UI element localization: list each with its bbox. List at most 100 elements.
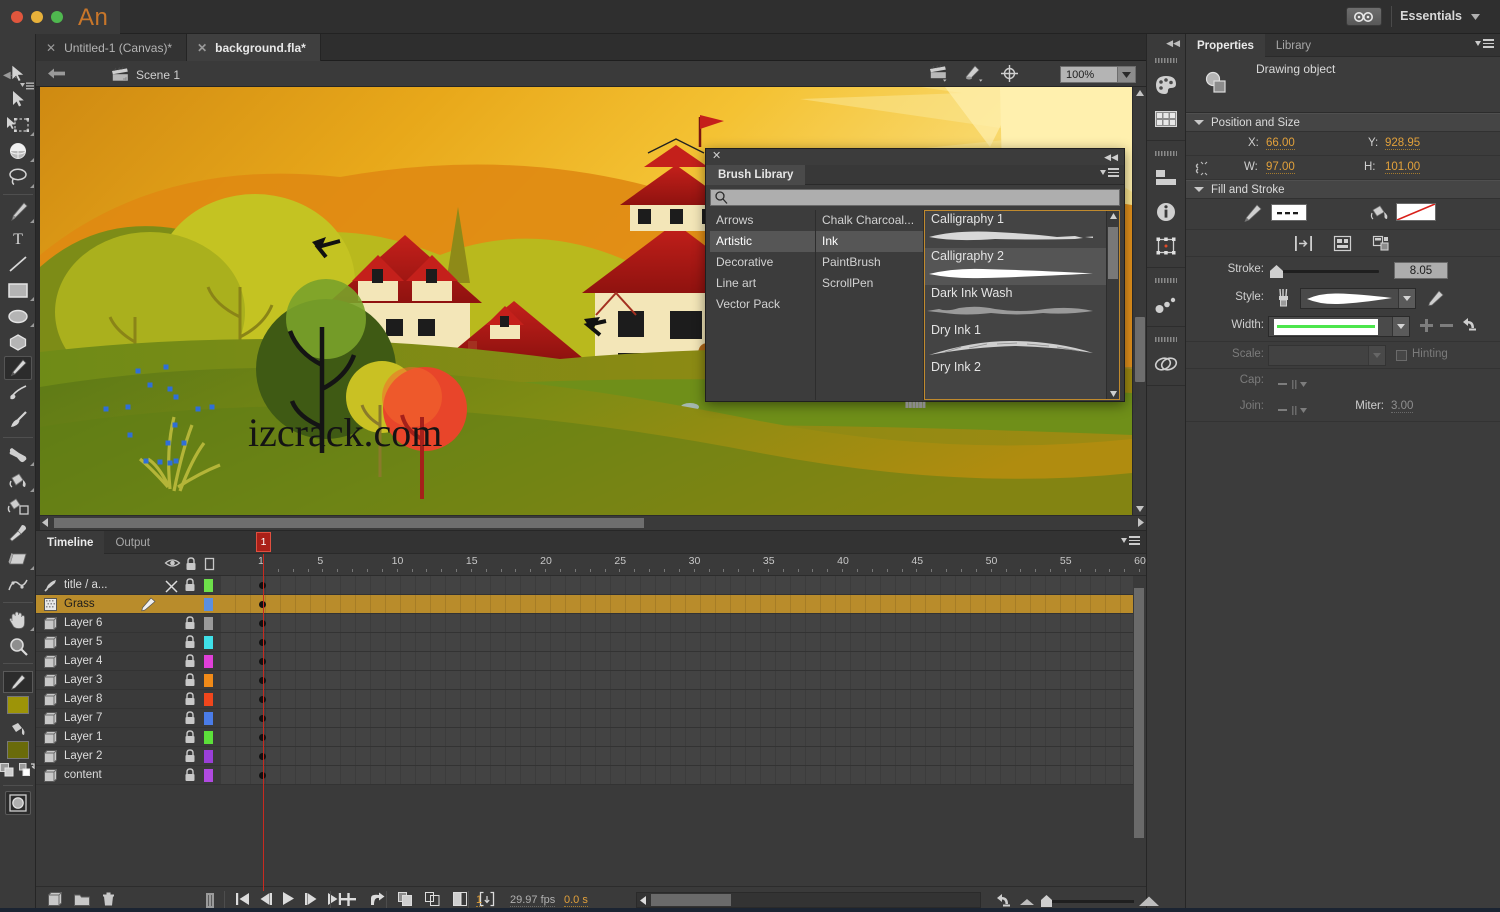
- tool-flyout-arrow[interactable]: [30, 219, 34, 223]
- loop-markers-icon[interactable]: [206, 893, 214, 908]
- default-colors-icon[interactable]: [19, 763, 35, 777]
- layer-name-label[interactable]: title / a...: [64, 579, 107, 591]
- layer-row[interactable]: Layer 8: [36, 690, 221, 709]
- tool-pencil[interactable]: [0, 355, 36, 381]
- scroll-up-icon[interactable]: [1110, 213, 1117, 219]
- chevron-down-icon[interactable]: [1398, 289, 1415, 308]
- brush-search-field[interactable]: [728, 192, 1119, 204]
- remove-width-profile-icon[interactable]: [1440, 324, 1453, 327]
- workspace-name[interactable]: Essentials: [1400, 9, 1462, 23]
- close-icon[interactable]: ✕: [46, 42, 56, 54]
- layer-row-content[interactable]: content: [36, 766, 221, 785]
- frame-row[interactable]: [221, 671, 1146, 690]
- layer-row[interactable]: Layer 5: [36, 633, 221, 652]
- layer-row[interactable]: Layer 7: [36, 709, 221, 728]
- layer-outline-color[interactable]: [204, 712, 213, 725]
- tool-flyout-arrow[interactable]: [30, 297, 34, 301]
- playback-controls[interactable]: [236, 892, 341, 905]
- layer-row-title[interactable]: title / a...: [36, 576, 221, 595]
- close-icon[interactable]: ✕: [197, 42, 207, 54]
- reset-width-profile-icon[interactable]: [1462, 318, 1477, 332]
- fill-color-icon[interactable]: [9, 717, 27, 738]
- timeline-scroll-thumb[interactable]: [1134, 588, 1144, 838]
- tool-oval[interactable]: [0, 303, 36, 329]
- brush-category-list[interactable]: Arrows Artistic Decorative Line art Vect…: [710, 210, 816, 400]
- tool-ink-bottle[interactable]: [0, 494, 36, 520]
- layer-name-label[interactable]: Layer 7: [64, 712, 102, 724]
- layer-lock-toggle[interactable]: [184, 768, 196, 782]
- panel-icon-code-snippets[interactable]: [1147, 347, 1185, 381]
- tool-flyout-arrow[interactable]: [30, 323, 34, 327]
- stroke-pencil-icon[interactable]: [1244, 204, 1262, 222]
- add-width-profile-icon[interactable]: [1420, 319, 1433, 332]
- tool-flyout-arrow[interactable]: [30, 462, 34, 466]
- dock-drag-handle[interactable]: [1147, 330, 1185, 347]
- timeline-vertical-scrollbar[interactable]: [1133, 576, 1146, 891]
- timeline-panel[interactable]: Timeline Output: [36, 530, 1146, 912]
- document-tab-untitled[interactable]: ✕ Untitled-1 (Canvas)*: [36, 34, 187, 61]
- frame-row[interactable]: [221, 633, 1146, 652]
- frame-row[interactable]: [221, 728, 1146, 747]
- panel-icon-motion-editor[interactable]: [1147, 288, 1185, 322]
- panel-icon-dock[interactable]: ◀◀: [1146, 34, 1186, 912]
- stroke-slider-track[interactable]: [1274, 270, 1379, 273]
- tool-eyedropper[interactable]: [0, 520, 36, 546]
- brush-item-calligraphy-1[interactable]: Calligraphy 1: [925, 211, 1119, 248]
- tool-paint-bucket[interactable]: [0, 468, 36, 494]
- edit-scene-icon[interactable]: [929, 65, 949, 82]
- fps-indicator[interactable]: 29.97 fps: [510, 894, 555, 907]
- workspace-switcher-icon[interactable]: [1346, 7, 1382, 26]
- tool-width[interactable]: [0, 572, 36, 598]
- subcategory-paintbrush[interactable]: PaintBrush: [816, 252, 923, 273]
- frame-row[interactable]: [221, 595, 1146, 614]
- timeline-horizontal-scrollbar[interactable]: [636, 892, 981, 908]
- layer-lock-toggle[interactable]: [184, 730, 196, 744]
- layer-lock-toggle[interactable]: [184, 711, 196, 725]
- layer-visibility-toggle[interactable]: [165, 580, 178, 593]
- collapse-dock-icon[interactable]: ◀◀: [1147, 34, 1185, 51]
- layer-outline-color[interactable]: [204, 693, 213, 706]
- align-stroke-icon[interactable]: [1295, 236, 1312, 251]
- chevron-down-icon[interactable]: [1117, 67, 1135, 82]
- brush-item-dry-ink-2[interactable]: Dry Ink 2: [925, 359, 1119, 374]
- panel-icon-info[interactable]: [1147, 195, 1185, 229]
- timeline-frames[interactable]: [221, 576, 1146, 891]
- arrange-icon[interactable]: [1373, 236, 1391, 251]
- layer-name-label[interactable]: Grass: [64, 598, 95, 610]
- brush-library-menu-icon[interactable]: [1100, 168, 1119, 177]
- category-arrows[interactable]: Arrows: [710, 210, 815, 231]
- layer-row[interactable]: Layer 1: [36, 728, 221, 747]
- window-controls[interactable]: [11, 11, 63, 23]
- swap-colors-icon[interactable]: [0, 763, 15, 777]
- brush-item-calligraphy-2[interactable]: Calligraphy 2: [925, 248, 1119, 285]
- brush-library-titlebar[interactable]: ✕ ◀◀: [706, 149, 1124, 165]
- width-profile-dropdown[interactable]: [1268, 316, 1410, 337]
- category-line-art[interactable]: Line art: [710, 273, 815, 294]
- frame-row[interactable]: [221, 766, 1146, 785]
- dock-drag-handle[interactable]: [1147, 271, 1185, 288]
- new-folder-icon[interactable]: [74, 893, 90, 906]
- edit-symbols-icon[interactable]: [965, 65, 985, 82]
- layer-actions-group[interactable]: [48, 892, 115, 906]
- play-button[interactable]: [283, 892, 294, 905]
- zoom-out-timeline-icon[interactable]: [1020, 898, 1034, 905]
- stroke-color-icon[interactable]: [3, 671, 33, 693]
- lock-icon[interactable]: [185, 557, 197, 571]
- brush-subcategory-list[interactable]: Chalk Charcoal... Ink PaintBrush ScrollP…: [816, 210, 924, 400]
- timeline-ruler[interactable]: 1510152025303540455055606570758085909510…: [221, 554, 1146, 576]
- canvas-horizontal-scrollbar[interactable]: [40, 516, 1146, 530]
- stroke-color-swatch[interactable]: [1271, 204, 1307, 221]
- tool-zoom[interactable]: [0, 633, 36, 659]
- tab-timeline[interactable]: Timeline: [36, 531, 104, 554]
- layer-outline-color[interactable]: [204, 674, 213, 687]
- brush-scroll-thumb[interactable]: [1108, 227, 1118, 279]
- layer-name-label[interactable]: content: [64, 769, 102, 781]
- layer-outline-color[interactable]: [204, 636, 213, 649]
- layer-name-label[interactable]: Layer 8: [64, 693, 102, 705]
- canvas-vertical-scrollbar[interactable]: [1132, 87, 1146, 515]
- panel-icon-align[interactable]: [1147, 161, 1185, 195]
- tool-free-transform[interactable]: [0, 112, 36, 138]
- tool-flyout-arrow[interactable]: [30, 488, 34, 492]
- tool-line[interactable]: [0, 251, 36, 277]
- scroll-right-icon[interactable]: [1138, 518, 1144, 527]
